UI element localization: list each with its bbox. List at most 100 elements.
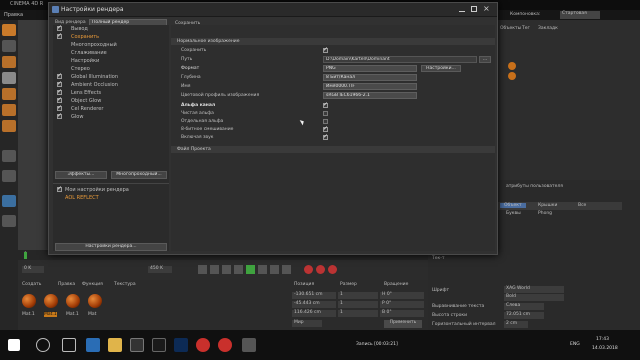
- depth-select[interactable]: 8 Бит/Канал: [323, 74, 417, 81]
- nav-checkbox[interactable]: [57, 80, 62, 87]
- menu-item-edit[interactable]: Правка: [4, 12, 23, 18]
- apply-button[interactable]: Применить: [384, 320, 422, 328]
- tag-menu[interactable]: Тег: [522, 26, 530, 31]
- play-icon[interactable]: [246, 265, 255, 274]
- align-select[interactable]: Слева: [504, 303, 544, 310]
- layout-select[interactable]: Стартовая: [560, 11, 600, 19]
- rot-b-field[interactable]: B 0°: [380, 310, 424, 317]
- task-view-icon[interactable]: [62, 338, 76, 352]
- keyframe-icon[interactable]: [328, 265, 337, 274]
- material-swatch[interactable]: [88, 294, 102, 308]
- color-profile-select[interactable]: sRGB IEC61966-2.1: [323, 92, 417, 99]
- mat-menu-create[interactable]: Создать: [22, 282, 41, 287]
- cinema4d-icon[interactable]: [152, 338, 166, 352]
- texture-icon[interactable]: [2, 72, 16, 84]
- windows-start-icon[interactable]: [8, 339, 20, 351]
- viewport[interactable]: [18, 20, 48, 250]
- minimize-icon[interactable]: [459, 6, 465, 12]
- workplane-icon[interactable]: [2, 170, 16, 182]
- nav-item-ao[interactable]: Ambient Occlusion: [71, 82, 118, 88]
- edge-browser-icon[interactable]: [86, 338, 100, 352]
- name-select[interactable]: Имя0000.TIF: [323, 83, 417, 90]
- nav-checkbox[interactable]: [57, 104, 62, 111]
- coord-mode-select[interactable]: Мир: [292, 320, 322, 327]
- preset-checkbox[interactable]: [57, 185, 62, 192]
- nav-checkbox[interactable]: [57, 112, 62, 119]
- language-indicator[interactable]: ENG: [570, 342, 580, 347]
- pos-x-field[interactable]: -130.651 cm: [292, 292, 336, 299]
- maximize-icon[interactable]: [471, 6, 477, 12]
- straight-alpha-checkbox[interactable]: [323, 111, 328, 116]
- include-sound-checkbox[interactable]: [323, 133, 328, 140]
- objects-menu[interactable]: Объекты: [500, 26, 521, 31]
- nav-checkbox[interactable]: [57, 24, 62, 31]
- material-swatch[interactable]: [66, 294, 80, 308]
- rot-p-field[interactable]: P 0°: [380, 301, 424, 308]
- browse-button[interactable]: …: [479, 56, 491, 63]
- path-field[interactable]: D:\Domain\Kartell\Dominant: [323, 56, 477, 63]
- cube-icon[interactable]: [2, 24, 16, 36]
- nav-checkbox[interactable]: [57, 32, 62, 39]
- dialog-titlebar[interactable]: Настройки рендера ×: [49, 3, 497, 17]
- save-checkbox[interactable]: [323, 46, 328, 53]
- multipass-button[interactable]: Многопроходный...: [111, 171, 167, 179]
- magnet-icon[interactable]: [2, 195, 16, 207]
- search-icon[interactable]: [36, 338, 50, 352]
- polygon-icon[interactable]: [2, 120, 16, 132]
- dither-checkbox[interactable]: [323, 125, 328, 132]
- material-tag-icon[interactable]: [508, 72, 516, 80]
- store-icon[interactable]: [130, 338, 144, 352]
- tab-phong[interactable]: Phong: [538, 211, 552, 216]
- alpha-checkbox[interactable]: [323, 101, 328, 108]
- nav-item-options[interactable]: Настройки: [71, 58, 99, 64]
- format-settings-button[interactable]: Настройки...: [421, 65, 461, 72]
- frame-start-field[interactable]: 0 K: [22, 266, 44, 273]
- play-back-icon[interactable]: [234, 265, 243, 274]
- size-z-field[interactable]: 1: [338, 310, 378, 317]
- go-start-icon[interactable]: [198, 265, 207, 274]
- frame-end-field[interactable]: 450 K: [148, 266, 172, 273]
- recorder-icon[interactable]: [196, 338, 210, 352]
- nav-item-lens-effects[interactable]: Lens Effects: [71, 90, 101, 96]
- clock-date[interactable]: 14.03.2018: [592, 346, 618, 351]
- section-normal-image[interactable]: Нормальное изображение: [171, 38, 495, 45]
- mat-menu-function[interactable]: Функция: [82, 282, 103, 287]
- preset-my-settings[interactable]: Мои настройки рендера: [65, 187, 129, 193]
- render-settings-button[interactable]: Настройки рендера...: [55, 243, 167, 251]
- prev-key-icon[interactable]: [210, 265, 219, 274]
- nav-item-stereo[interactable]: Стерео: [71, 66, 90, 72]
- size-x-field[interactable]: 1: [338, 292, 378, 299]
- edge-icon[interactable]: [2, 104, 16, 116]
- preset-aol-reflect[interactable]: AOL REFLECT: [65, 195, 99, 201]
- nav-checkbox[interactable]: [57, 88, 62, 95]
- pos-z-field[interactable]: 116.426 cm: [292, 310, 336, 317]
- app-red-icon[interactable]: [218, 338, 232, 352]
- mat-menu-texture[interactable]: Текстура: [114, 282, 136, 287]
- separate-alpha-checkbox[interactable]: [323, 119, 328, 124]
- bookmarks-menu[interactable]: Закладк: [538, 26, 558, 31]
- section-project-file[interactable]: Файл Проекта: [171, 146, 495, 153]
- photoshop-icon[interactable]: [174, 338, 188, 352]
- model-icon[interactable]: [2, 56, 16, 68]
- material-tag-icon[interactable]: [508, 62, 516, 70]
- nav-item-gi[interactable]: Global Illumination: [71, 74, 118, 80]
- prev-frame-icon[interactable]: [222, 265, 231, 274]
- rot-h-field[interactable]: H 0°: [380, 292, 424, 299]
- record-icon[interactable]: [304, 265, 313, 274]
- locked-icon[interactable]: [2, 215, 16, 227]
- height-field[interactable]: 72.051 cm: [504, 312, 544, 319]
- nav-checkbox[interactable]: [57, 96, 62, 103]
- clock-time[interactable]: 17:43: [596, 337, 609, 342]
- next-frame-icon[interactable]: [258, 265, 267, 274]
- app-icon[interactable]: [242, 338, 256, 352]
- nav-item-multipass[interactable]: Многопроходный: [71, 42, 117, 48]
- autokey-icon[interactable]: [316, 265, 325, 274]
- tab-object[interactable]: Объект: [500, 203, 526, 208]
- material-swatch[interactable]: [44, 294, 58, 308]
- point-icon[interactable]: [2, 88, 16, 100]
- pos-y-field[interactable]: -45.443 cm: [292, 301, 336, 308]
- weight-select[interactable]: Bold: [504, 294, 564, 301]
- effects-button[interactable]: Эффекты...: [55, 171, 107, 179]
- tab-letters[interactable]: Буквы: [506, 211, 521, 216]
- nav-checkbox[interactable]: [57, 72, 62, 79]
